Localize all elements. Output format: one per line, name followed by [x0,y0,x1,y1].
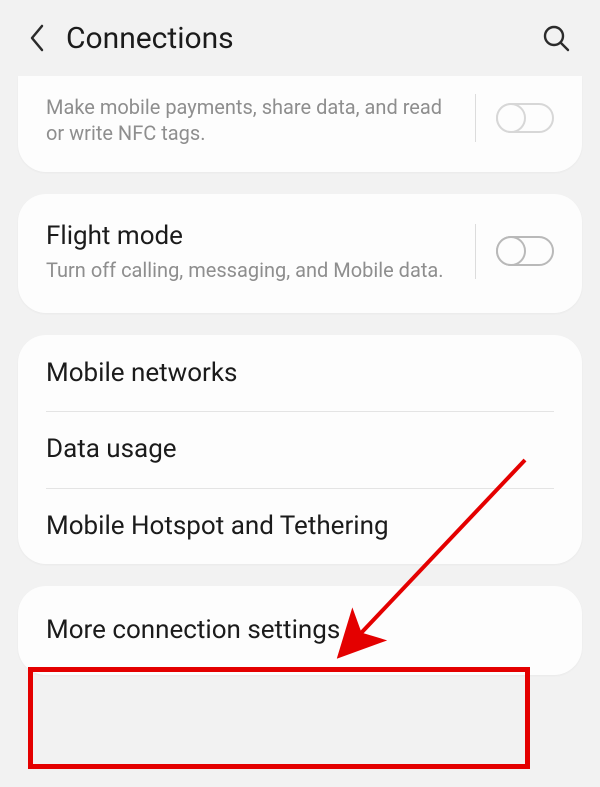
more-connection-settings-label: More connection settings [46,614,554,647]
more-connection-settings-card[interactable]: More connection settings [18,586,582,675]
list-item-label: Mobile networks [46,357,554,390]
data-usage-item[interactable]: Data usage [18,411,582,488]
page-title: Connections [66,21,536,56]
search-icon [542,24,570,52]
connections-group-card: Mobile networks Data usage Mobile Hotspo… [18,335,582,565]
flight-mode-subtitle: Turn off calling, messaging, and Mobile … [46,257,455,283]
flight-mode-card[interactable]: Flight mode Turn off calling, messaging,… [18,194,582,313]
back-icon [28,24,48,52]
list-item-label: Mobile Hotspot and Tethering [46,510,554,543]
flight-mode-title: Flight mode [46,220,455,253]
divider [475,224,476,279]
nfc-setting-card[interactable]: Make mobile payments, share data, and re… [18,76,582,172]
divider [475,94,476,142]
nfc-subtitle: Make mobile payments, share data, and re… [46,94,455,146]
list-item-label: Data usage [46,433,554,466]
back-button[interactable] [18,18,58,58]
app-header: Connections [0,0,600,76]
flight-mode-toggle[interactable] [496,236,554,266]
mobile-networks-item[interactable]: Mobile networks [18,335,582,412]
search-button[interactable] [536,18,576,58]
hotspot-tethering-item[interactable]: Mobile Hotspot and Tethering [18,488,582,565]
annotation-highlight-box [28,667,530,769]
nfc-toggle[interactable] [496,103,554,133]
